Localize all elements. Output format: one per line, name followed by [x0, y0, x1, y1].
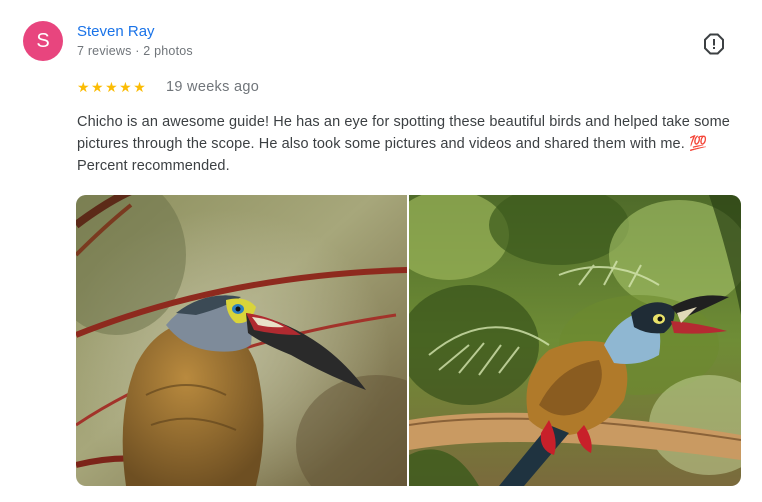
report-review-button[interactable] — [702, 32, 726, 56]
report-flag-icon — [704, 33, 724, 55]
review-time: 19 weeks ago — [166, 79, 260, 95]
avatar[interactable]: S — [23, 21, 63, 61]
review-text: Chicho is an awesome guide! He has an ey… — [77, 114, 730, 174]
review-photo-1[interactable] — [76, 195, 407, 486]
avatar-initial: S — [36, 30, 50, 52]
review-photo-2[interactable] — [409, 195, 741, 486]
toucan-jungle-photo — [409, 195, 741, 486]
toucan-closeup-photo — [76, 195, 407, 486]
star-rating: ★★★★★ — [77, 79, 148, 95]
review-photos — [76, 195, 741, 486]
reviewer-name-link[interactable]: Steven Ray — [77, 23, 155, 40]
review-card: S Steven Ray 7 reviews · 2 photos ★★★★★ … — [0, 0, 762, 502]
reviewer-meta: 7 reviews · 2 photos — [77, 44, 193, 58]
